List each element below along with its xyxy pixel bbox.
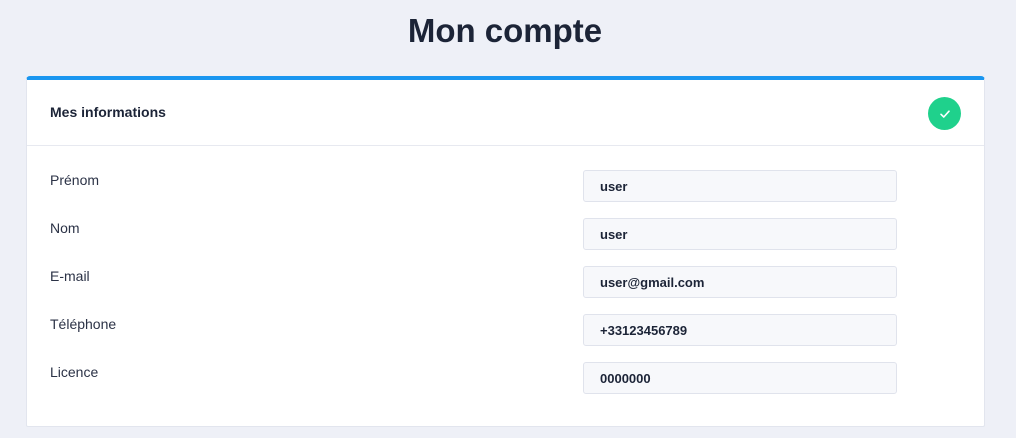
lastname-field[interactable] [583,218,897,250]
license-label: Licence [50,364,99,380]
form-row-firstname: Prénom [27,170,984,202]
phone-field[interactable] [583,314,897,346]
license-field[interactable] [583,362,897,394]
check-circle-icon [928,97,961,130]
email-label: E-mail [50,268,90,284]
phone-label: Téléphone [50,316,117,332]
email-field[interactable] [583,266,897,298]
form-row-lastname: Nom [27,218,984,250]
firstname-field[interactable] [583,170,897,202]
form-row-phone: Téléphone [27,314,984,346]
card-title: Mes informations [50,104,166,120]
page-title: Mon compte [407,12,603,49]
account-info-card: Mes informations Prénom Nom E-mail Télép… [26,76,985,427]
firstname-label: Prénom [50,172,100,188]
form-row-email: E-mail [27,266,984,298]
lastname-label: Nom [50,220,80,236]
card-header: Mes informations [27,80,984,146]
form-row-license: Licence [27,362,984,394]
check-icon [939,109,950,118]
